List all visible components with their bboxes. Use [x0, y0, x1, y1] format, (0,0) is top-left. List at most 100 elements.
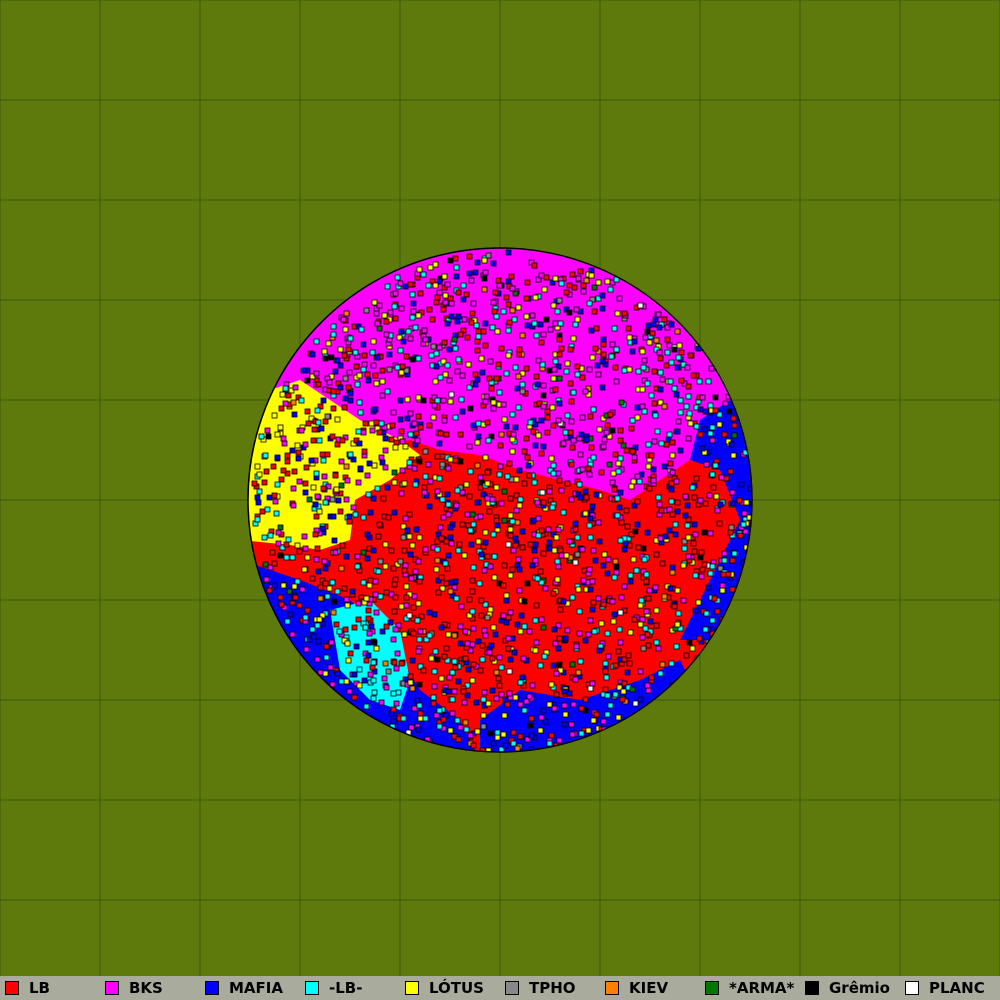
village-marker: [451, 336, 458, 343]
village-marker: [719, 587, 726, 594]
village-marker: [621, 583, 628, 590]
village-marker: [566, 690, 573, 697]
village-marker: [568, 398, 575, 405]
village-marker: [590, 454, 597, 461]
village-marker: [655, 494, 662, 501]
village-marker: [570, 335, 577, 342]
village-marker: [589, 606, 596, 613]
village-marker: [574, 534, 581, 541]
village-marker: [509, 436, 516, 443]
village-marker: [574, 316, 581, 323]
village-marker: [399, 438, 406, 445]
village-marker: [467, 732, 474, 739]
village-marker: [474, 439, 481, 446]
village-marker: [550, 470, 557, 477]
village-marker: [620, 442, 627, 449]
village-marker: [425, 461, 432, 468]
village-marker: [322, 418, 329, 425]
village-marker: [553, 534, 560, 541]
village-marker: [609, 341, 616, 348]
village-marker: [609, 427, 616, 434]
village-marker: [323, 643, 330, 650]
village-marker: [544, 408, 551, 415]
village-marker: [634, 414, 641, 421]
village-marker: [556, 375, 563, 382]
village-marker: [458, 603, 465, 610]
village-marker: [421, 484, 428, 491]
village-marker: [600, 336, 607, 343]
village-marker: [291, 583, 298, 590]
village-marker: [703, 461, 710, 468]
village-marker: [271, 560, 278, 567]
village-marker: [458, 396, 465, 403]
village-marker: [721, 550, 728, 557]
village-marker: [412, 324, 419, 331]
village-marker: [497, 442, 504, 449]
village-marker: [541, 286, 548, 293]
village-marker: [430, 694, 437, 701]
village-marker: [482, 539, 489, 546]
village-marker: [550, 375, 557, 382]
village-marker: [369, 664, 376, 671]
village-marker: [579, 546, 586, 553]
village-marker: [556, 477, 563, 484]
village-marker: [589, 578, 596, 585]
village-marker: [625, 325, 632, 332]
village-marker: [480, 696, 487, 703]
village-marker: [541, 653, 548, 660]
village-marker: [462, 719, 469, 726]
village-marker: [527, 541, 534, 548]
village-marker: [560, 440, 567, 447]
village-marker: [301, 533, 308, 540]
village-marker: [521, 448, 528, 455]
village-marker: [434, 488, 441, 495]
village-marker: [589, 503, 596, 510]
village-marker: [656, 349, 663, 356]
village-marker: [391, 469, 398, 476]
village-marker: [634, 521, 641, 528]
village-marker: [506, 319, 513, 326]
village-marker: [263, 576, 270, 583]
village-marker: [372, 372, 379, 379]
village-marker: [644, 529, 651, 536]
village-marker: [530, 428, 537, 435]
village-marker: [338, 482, 345, 489]
village-marker: [562, 635, 569, 642]
village-marker: [289, 631, 296, 638]
world-map[interactable]: [0, 0, 1000, 976]
village-marker: [534, 575, 541, 582]
village-marker: [338, 678, 345, 685]
village-marker: [285, 392, 292, 399]
village-marker: [453, 273, 460, 280]
village-marker: [373, 419, 380, 426]
village-marker: [459, 372, 466, 379]
village-marker: [586, 366, 593, 373]
village-marker: [683, 652, 690, 659]
village-marker: [567, 346, 574, 353]
village-marker: [346, 518, 353, 525]
village-marker: [524, 580, 531, 587]
village-marker: [363, 595, 370, 602]
village-marker: [444, 320, 451, 327]
village-marker: [353, 643, 360, 650]
village-marker: [407, 679, 414, 686]
village-marker: [374, 354, 381, 361]
village-marker: [251, 480, 258, 487]
village-marker: [397, 280, 404, 287]
village-marker: [583, 277, 590, 284]
village-marker: [702, 500, 709, 507]
village-marker: [334, 588, 341, 595]
village-marker: [380, 495, 387, 502]
village-marker: [583, 494, 590, 501]
village-marker: [254, 516, 261, 523]
village-marker: [409, 314, 416, 321]
village-marker: [641, 408, 648, 415]
village-marker: [643, 571, 650, 578]
village-marker: [514, 519, 521, 526]
village-marker: [509, 285, 516, 292]
village-marker: [683, 403, 690, 410]
village-marker: [264, 506, 271, 513]
village-marker: [651, 400, 658, 407]
village-marker: [428, 655, 435, 662]
village-marker: [453, 264, 460, 271]
